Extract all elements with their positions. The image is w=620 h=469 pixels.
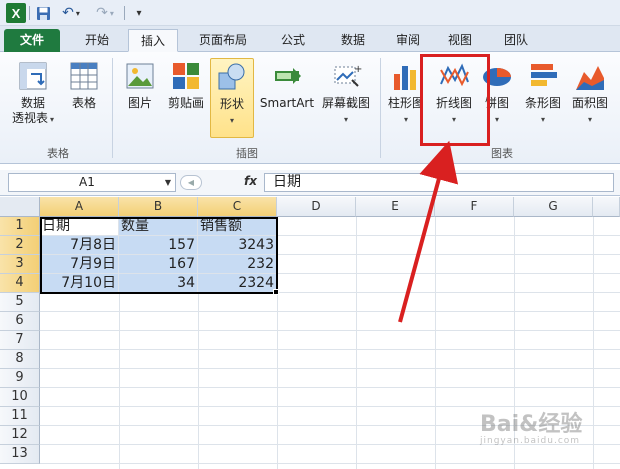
watermark: Bai&经验 jingyan.baidu.com	[480, 406, 610, 446]
watermark-sub: jingyan.baidu.com	[480, 436, 581, 446]
annotation-arrow	[398, 140, 459, 323]
watermark-main: Bai&经验	[480, 412, 583, 437]
